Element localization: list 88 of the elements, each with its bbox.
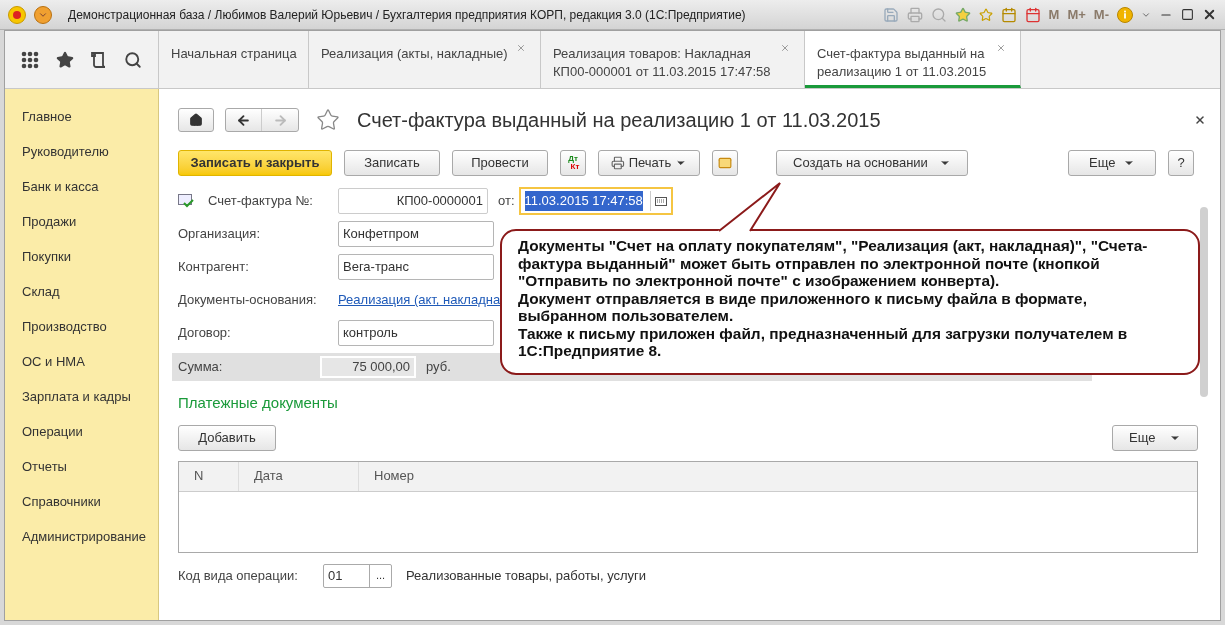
sidebar-item[interactable]: Руководителю — [5, 134, 158, 169]
close-tab-icon[interactable] — [516, 43, 526, 53]
input-field[interactable]: Вега-транс — [338, 254, 494, 280]
home-button[interactable] — [178, 108, 214, 132]
sidebar-item[interactable]: Склад — [5, 274, 158, 309]
toolbar-button[interactable]: Провести — [452, 150, 548, 176]
field-label: Договор: — [178, 324, 232, 343]
number-field[interactable]: КП00-0000001 — [338, 188, 488, 214]
print-button[interactable]: Печать — [598, 150, 700, 176]
close-icon[interactable] — [1202, 7, 1217, 22]
scrollbar[interactable] — [1200, 207, 1208, 397]
add-button[interactable]: Добавить — [178, 424, 276, 451]
sidebar-item[interactable]: Администрирование — [5, 519, 158, 554]
email-button[interactable] — [712, 150, 738, 176]
currency-label: руб. — [426, 358, 451, 377]
sidebar-item[interactable]: Операции — [5, 414, 158, 449]
star-icon[interactable] — [954, 6, 971, 23]
operation-code: 01 — [327, 566, 344, 585]
search-icon[interactable] — [123, 50, 142, 69]
base-document-link[interactable]: Реализация (акт, накладна — [338, 290, 501, 310]
sidebar-item[interactable]: Производство — [5, 309, 158, 344]
date-label: от: — [498, 192, 515, 211]
input-field[interactable]: Конфетпром — [338, 221, 494, 247]
date-field[interactable]: 11.03.2015 17:47:58 — [518, 187, 673, 215]
close-tab-icon[interactable] — [780, 43, 790, 53]
field-label: Контрагент: — [178, 258, 250, 277]
more-button[interactable]: Еще — [1112, 424, 1198, 451]
posted-document-icon — [178, 194, 194, 208]
maximize-icon[interactable] — [1181, 8, 1194, 21]
window-title: Демонстрационная база / Любимов Валерий Юрьевич / Бухгалтерия предприятия КОРП, редакция 3.0 (1С:Предприятие) — [68, 6, 746, 24]
tab[interactable]: Реализация (акты, накладные) — [309, 31, 541, 88]
bookmark-star-icon[interactable] — [978, 7, 993, 22]
help-button[interactable]: ? — [1168, 150, 1194, 176]
app-logo-icon — [8, 5, 26, 24]
operation-description: Реализованные товары, работы, услуги — [406, 566, 647, 585]
calendar-picker-icon[interactable] — [654, 196, 667, 206]
save-icon[interactable] — [882, 6, 899, 23]
sidebar-item[interactable]: Зарплата и кадры — [5, 379, 158, 414]
select-button[interactable]: ... — [369, 564, 391, 587]
tab[interactable]: Начальная страница — [159, 31, 309, 88]
favorites-icon[interactable] — [56, 50, 75, 69]
column-header[interactable]: N — [179, 461, 239, 491]
apps-grid-icon[interactable] — [21, 50, 40, 69]
sidebar-item[interactable]: Банк и касса — [5, 169, 158, 204]
printer-icon — [611, 156, 625, 170]
tab-label: Начальная страница — [171, 46, 297, 61]
history-scroll-icon[interactable] — [90, 50, 107, 69]
tab-label: Реализация товаров: Накладная КП00-000001 от 11.03.2015 17:47:58 — [553, 46, 771, 79]
sidebar-item[interactable]: Покупки — [5, 239, 158, 274]
callout-tooltip-text: Документы "Счет на оплату покупателям", "Реализация (акт, накладная)", "Счета-фактура выданный" может быть отправлен по электронной почте (кнопкой "Отправить по электронной почте" с изображением конверта). Документ отправляется в виде приложенного к письму файла в формате, выбранном пользователем. Также к письму приложен файл, предназначенный для загрузки получателем в 1С:Предприятие 8. — [518, 237, 1149, 360]
field-label: Счет-фактура №: — [208, 192, 314, 211]
sum-field: 75 000,00 — [320, 356, 416, 378]
toolbar-button[interactable]: Записать — [344, 150, 440, 176]
forward-arrow-icon — [272, 112, 288, 128]
sidebar-item[interactable]: ОС и НМА — [5, 344, 158, 379]
kt-label: Кт — [570, 163, 580, 171]
tab-label: Реализация (акты, накладные) — [321, 46, 508, 61]
input-field[interactable]: контроль — [338, 320, 494, 346]
close-tab-icon[interactable] — [996, 43, 1006, 53]
tab[interactable]: Счет-фактура выданный на реализацию 1 от 11.03.2015 — [805, 31, 1021, 88]
sidebar-item[interactable]: Отчеты — [5, 449, 158, 484]
calendar-icon[interactable] — [1024, 6, 1041, 23]
sidebar-item[interactable]: Продажи — [5, 204, 158, 239]
more-button[interactable]: Еще — [1068, 150, 1156, 176]
document-title: Счет-фактура выданный на реализацию 1 от 11.03.2015 — [357, 108, 881, 133]
sum-label: Сумма: — [178, 358, 224, 377]
favorite-star-icon[interactable] — [316, 108, 340, 132]
section-title: Платежные документы — [178, 393, 339, 413]
close-icon[interactable] — [1194, 114, 1206, 126]
create-based-on-button[interactable]: Создать на основании — [776, 150, 968, 176]
field-label: Код вида операции: — [178, 566, 299, 585]
preview-icon[interactable] — [930, 6, 947, 23]
info-icon[interactable] — [1117, 6, 1133, 23]
operation-code-field[interactable]: 01 ... — [323, 563, 392, 588]
tab-label: Счет-фактура выданный на реализацию 1 от 11.03.2015 — [817, 46, 987, 79]
column-header[interactable]: Дата — [239, 461, 359, 491]
field-label: Документы-основания: — [178, 291, 318, 310]
dt-kt-button[interactable]: Дт Кт — [560, 150, 586, 176]
dt-label: Дт — [568, 155, 578, 163]
save-and-close-button[interactable]: Записать и закрыть — [178, 150, 332, 176]
menu-button[interactable] — [34, 5, 52, 24]
home-icon — [189, 113, 203, 127]
date-value: 11.03.2015 17:47:58 — [524, 191, 643, 211]
column-header[interactable]: Номер — [359, 461, 1197, 491]
sidebar-item[interactable]: Справочники — [5, 484, 158, 519]
printer-icon[interactable] — [906, 6, 923, 23]
sidebar-item[interactable]: Главное — [5, 99, 158, 134]
field-label: Организация: — [178, 225, 262, 244]
